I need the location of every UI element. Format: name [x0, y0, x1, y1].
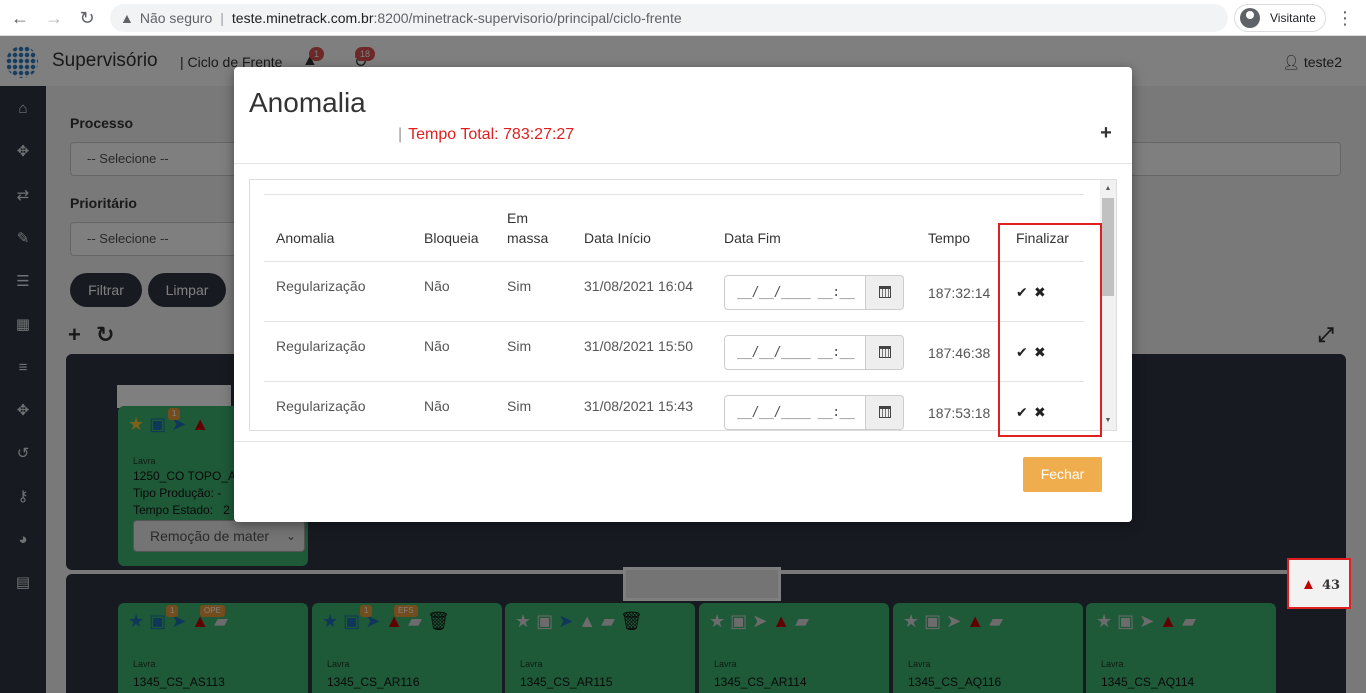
security-label: Não seguro [139, 10, 213, 26]
calendar-icon [879, 346, 891, 358]
profile-avatar-icon [1240, 8, 1260, 28]
row-em-massa: Sim [507, 338, 532, 354]
browser-toolbar: ← → ↻ ▲ Não seguro | teste.minetrack.com.br… [0, 0, 1366, 36]
address-bar[interactable]: ▲ Não seguro | teste.minetrack.com.br:8200/… [110, 4, 1228, 32]
data-fim-input[interactable]: __/__/____ __:__ [724, 275, 866, 310]
row-tempo: 187:32:14 [928, 285, 991, 301]
tempo-total: | Tempo Total: 783:27:27 [398, 126, 575, 143]
warning-icon: ▲ [120, 10, 134, 26]
finalizar-highlight [998, 223, 1102, 437]
profile-button[interactable]: Visitante [1234, 4, 1326, 32]
warning-icon: ▲ [1301, 576, 1316, 593]
row-bloqueia: Não [424, 338, 450, 354]
row-em-massa: Sim [507, 398, 532, 414]
col-bloqueia: Bloqueia [424, 230, 479, 246]
col-anomalia: Anomalia [276, 230, 335, 246]
tempo-total-label: Tempo Total: 783:27:27 [408, 126, 575, 143]
table-scrollbar[interactable]: ▲ ▼ [1100, 180, 1116, 430]
anomaly-table: Anomalia Bloqueia Em massa Data Início D… [249, 179, 1117, 431]
fechar-button[interactable]: Fechar [1023, 457, 1102, 492]
forward-arrow-icon[interactable]: → [42, 6, 66, 30]
col-em-massa-line1: Em [507, 210, 528, 226]
url-separator: | [220, 10, 224, 26]
row-em-massa: Sim [507, 278, 532, 294]
row-bloqueia: Não [424, 398, 450, 414]
browser-menu-icon[interactable]: ⋮ [1336, 6, 1354, 30]
scroll-up-icon[interactable]: ▲ [1103, 184, 1113, 194]
calendar-icon [879, 286, 891, 298]
url-path: :8200/minetrack-supervisorio/principal/c… [373, 10, 682, 26]
modal-title: Anomalia [249, 87, 366, 118]
back-arrow-icon[interactable]: ← [8, 6, 32, 30]
col-tempo: Tempo [928, 230, 971, 246]
data-fim-input[interactable]: __/__/____ __:__ [724, 335, 866, 370]
data-fim-input[interactable]: __/__/____ __:__ [724, 395, 866, 430]
url-host: teste.minetrack.com.br [231, 10, 374, 26]
profile-label: Visitante [1270, 11, 1316, 25]
anomaly-alert-indicator[interactable]: ▲ 43 [1287, 558, 1351, 609]
calendar-button[interactable] [866, 275, 904, 310]
row-data-inicio: 31/08/2021 15:50 [584, 338, 693, 354]
row-anomalia: Regularização [276, 278, 366, 294]
scroll-down-icon[interactable]: ▼ [1103, 416, 1113, 426]
reload-icon[interactable]: ↻ [75, 6, 99, 30]
calendar-button[interactable] [866, 335, 904, 370]
col-data-fim: Data Fim [724, 230, 781, 246]
col-data-inicio: Data Início [584, 230, 651, 246]
anomaly-count: 43 [1322, 578, 1341, 593]
modal-header-divider [234, 163, 1132, 164]
row-tempo: 187:46:38 [928, 345, 991, 361]
scrollbar-thumb[interactable] [1102, 198, 1114, 296]
col-em-massa-line2: massa [507, 230, 549, 246]
row-anomalia: Regularização [276, 338, 366, 354]
row-tempo: 187:53:18 [928, 405, 991, 421]
row-bloqueia: Não [424, 278, 450, 294]
row-data-inicio: 31/08/2021 15:43 [584, 398, 693, 414]
calendar-button[interactable] [866, 395, 904, 430]
row-data-inicio: 31/08/2021 16:04 [584, 278, 693, 294]
row-anomalia: Regularização [276, 398, 366, 414]
modal-footer-divider [234, 441, 1132, 442]
calendar-icon [879, 406, 891, 418]
add-anomaly-icon[interactable]: + [1098, 123, 1114, 143]
